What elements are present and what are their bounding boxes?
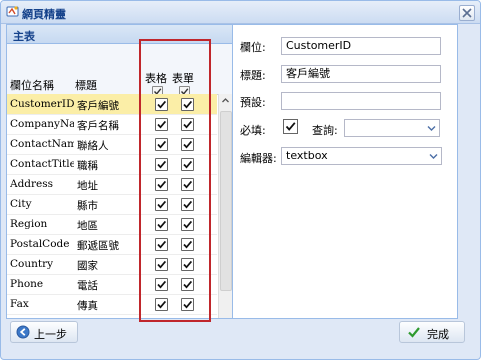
right-margin (458, 24, 476, 317)
default-input[interactable] (281, 92, 441, 110)
title-cell[interactable]: 國家 (77, 258, 143, 273)
field-name-cell[interactable]: Region (10, 218, 74, 230)
editor-select[interactable]: textbox (281, 147, 442, 165)
title-cell[interactable]: 傳真 (77, 298, 143, 313)
close-icon[interactable] (459, 5, 475, 21)
title-cell[interactable]: 職稱 (77, 158, 143, 173)
title-input[interactable]: 客戶編號 (281, 65, 441, 83)
required-label: 必填: (240, 124, 266, 137)
scroll-thumb[interactable] (220, 111, 232, 291)
title-cell[interactable]: 聯絡人 (77, 138, 143, 153)
chevron-down-icon[interactable] (426, 148, 441, 164)
title-cell[interactable]: 客戶名稱 (77, 118, 143, 133)
required-checkbox[interactable] (283, 119, 298, 134)
field-name-cell[interactable]: City (10, 198, 74, 210)
title-bar[interactable]: 網頁精靈 (1, 1, 480, 24)
query-label: 查詢: (312, 124, 338, 137)
field-name-cell[interactable]: Phone (10, 278, 74, 290)
query-select[interactable] (344, 119, 440, 137)
field-name-cell[interactable]: Address (10, 178, 74, 190)
title-cell[interactable]: 縣市 (77, 198, 143, 213)
previous-button-label: 上一步 (34, 328, 67, 341)
editor-select-value: textbox (286, 149, 328, 162)
field-properties-panel: 欄位: CustomerID 標題: 客戶編號 預設: 必填: 查詢: 編輯器:… (232, 24, 458, 319)
field-name-cell[interactable]: CompanyName (10, 118, 74, 130)
title-cell[interactable]: 地址 (77, 178, 143, 193)
back-arrow-icon (16, 325, 30, 342)
finish-button-label: 完成 (427, 328, 449, 341)
column-title[interactable]: 標題 (75, 77, 97, 93)
check-icon (407, 325, 421, 342)
field-input[interactable]: CustomerID (281, 37, 441, 55)
field-label: 欄位: (240, 41, 266, 54)
chevron-down-icon[interactable] (424, 120, 439, 136)
field-name-cell[interactable]: Fax (10, 298, 74, 310)
scroll-up-arrow-icon[interactable] (219, 94, 232, 107)
finish-button[interactable]: 完成 (399, 321, 465, 343)
window-title: 網頁精靈 (22, 8, 66, 21)
wizard-dialog: 網頁精靈 主表 欄位名稱 標題 表格 表單 CustomerID 客戶編號 Comp… (0, 0, 481, 360)
wizard-icon (6, 5, 19, 18)
editor-label: 編輯器: (240, 152, 277, 165)
annotation-highlight-box (139, 39, 211, 322)
field-name-cell[interactable]: LastOrderedDa (10, 318, 74, 319)
previous-button[interactable]: 上一步 (10, 321, 78, 343)
title-cell[interactable]: 最近訂單日 (77, 318, 143, 319)
column-field-name[interactable]: 欄位名稱 (10, 77, 54, 93)
grid-scrollbar[interactable] (218, 94, 232, 318)
field-name-cell[interactable]: PostalCode (10, 238, 74, 250)
panel-title: 主表 (13, 30, 35, 43)
field-name-cell[interactable]: CustomerID (10, 98, 74, 110)
default-label: 預設: (240, 96, 266, 109)
title-cell[interactable]: 郵遞區號 (77, 238, 143, 253)
title-label: 標題: (240, 69, 266, 82)
field-name-cell[interactable]: ContactTitle (10, 158, 74, 170)
title-cell[interactable]: 客戶編號 (77, 98, 143, 113)
title-cell[interactable]: 地區 (77, 218, 143, 233)
title-cell[interactable]: 電話 (77, 278, 143, 293)
field-name-cell[interactable]: ContactName (10, 138, 74, 150)
field-name-cell[interactable]: Country (10, 258, 74, 270)
